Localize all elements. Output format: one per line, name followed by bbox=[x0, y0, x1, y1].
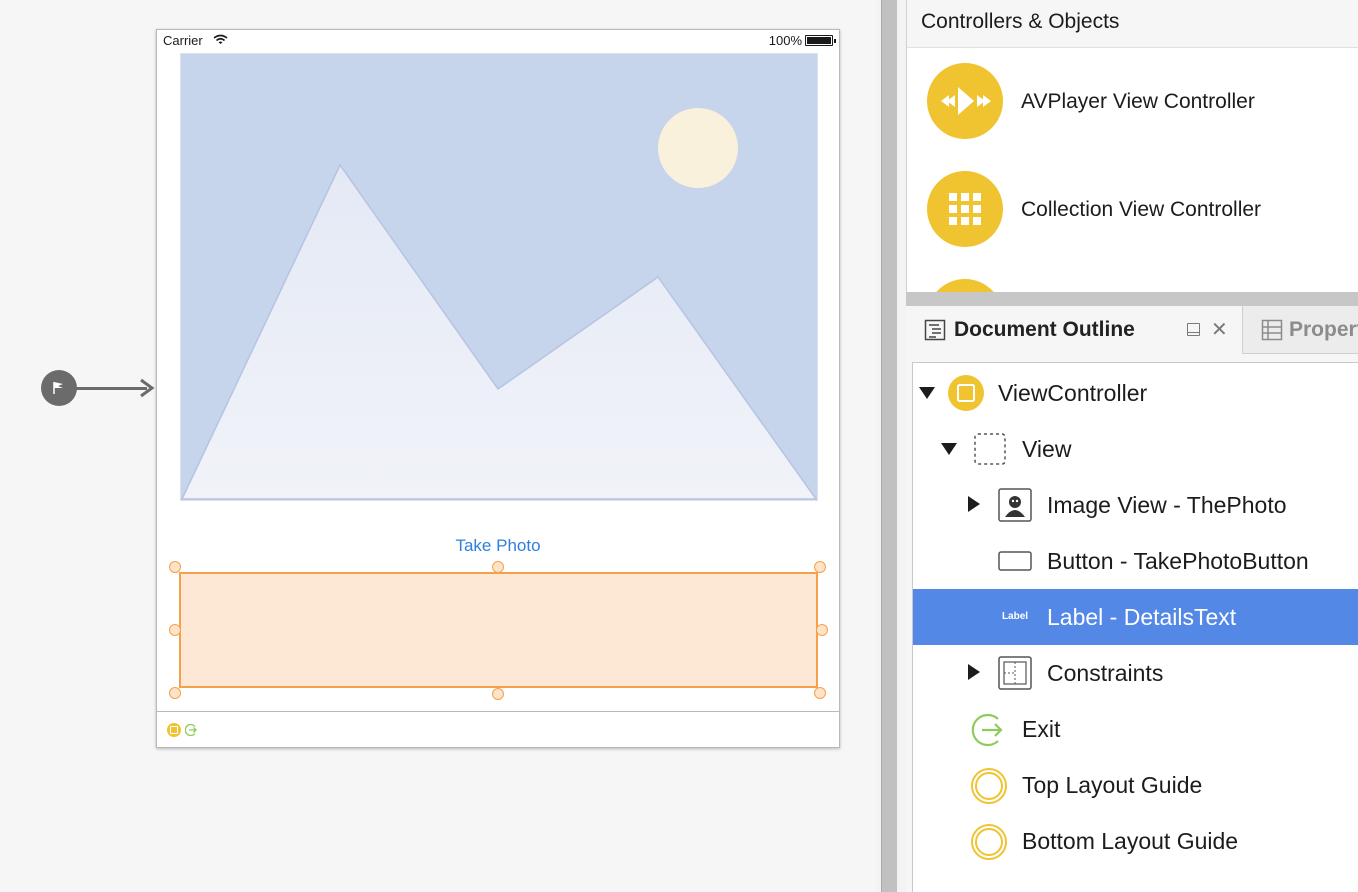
disclosure-open-icon[interactable] bbox=[919, 387, 935, 399]
resize-handle-top-left[interactable] bbox=[169, 561, 181, 573]
status-bar: Carrier 100% bbox=[157, 30, 839, 50]
view-icon bbox=[972, 431, 1008, 467]
storyboard-canvas[interactable]: Carrier 100% Take Photo bbox=[0, 0, 876, 892]
resize-handle-right[interactable] bbox=[816, 624, 828, 636]
tab-properties[interactable]: Properties bbox=[1243, 306, 1358, 354]
layout-guide-icon bbox=[970, 767, 1007, 804]
outline-row-label: Label - DetailsText bbox=[1047, 604, 1237, 630]
tab-document-outline[interactable]: Document Outline ✕ bbox=[906, 306, 1243, 354]
collection-grid-icon bbox=[927, 171, 1003, 247]
avplayer-icon bbox=[927, 63, 1003, 139]
image-view-icon bbox=[997, 487, 1033, 523]
entry-arrow-line bbox=[75, 387, 147, 390]
outline-row-label: Constraints bbox=[1047, 660, 1164, 686]
view-controller-icon[interactable] bbox=[167, 723, 181, 737]
outline-row-view-controller[interactable]: ViewController bbox=[913, 365, 1358, 421]
view-controller-scene[interactable]: Carrier 100% Take Photo bbox=[156, 29, 840, 748]
exit-icon bbox=[970, 711, 1006, 747]
library-item-avplayer[interactable]: AVPlayer View Controller bbox=[907, 50, 1358, 150]
resize-handle-bottom-right[interactable] bbox=[814, 687, 826, 699]
outline-row-view[interactable]: View bbox=[913, 421, 1358, 477]
label-icon: Label bbox=[1001, 611, 1029, 622]
layout-guide-icon bbox=[970, 823, 1007, 860]
panel-divider[interactable] bbox=[906, 292, 1358, 306]
inspector-tabs: Document Outline ✕ Properties bbox=[906, 306, 1358, 354]
outline-row-label: Button - TakePhotoButton bbox=[1047, 548, 1309, 574]
details-label-selected[interactable] bbox=[179, 572, 818, 688]
minimize-icon[interactable] bbox=[1187, 323, 1200, 336]
library-item-partial[interactable] bbox=[907, 266, 1358, 292]
outline-row-constraints[interactable]: Constraints bbox=[913, 645, 1358, 701]
library-item-icon bbox=[927, 279, 1003, 292]
library-item-label: Collection View Controller bbox=[1021, 198, 1262, 221]
arrow-head-icon bbox=[140, 378, 155, 398]
document-outline-icon bbox=[924, 319, 946, 341]
button-icon bbox=[997, 543, 1033, 579]
library-item-label: AVPlayer View Controller bbox=[1021, 90, 1255, 113]
tab-label: Properties bbox=[1289, 318, 1358, 341]
resize-handle-top[interactable] bbox=[492, 561, 504, 573]
outline-row-label: Top Layout Guide bbox=[1022, 772, 1203, 798]
close-icon[interactable]: ✕ bbox=[1211, 317, 1228, 342]
view-controller-icon bbox=[948, 375, 984, 411]
outline-row-exit[interactable]: Exit bbox=[913, 701, 1358, 757]
entry-point-icon bbox=[41, 370, 77, 406]
resize-handle-bottom-left[interactable] bbox=[169, 687, 181, 699]
wifi-icon bbox=[213, 34, 228, 44]
outline-row-image-view[interactable]: Image View - ThePhoto bbox=[913, 477, 1358, 533]
outline-row-label: Image View - ThePhoto bbox=[1047, 492, 1287, 518]
object-library: Controllers & Objects AVPlayer View Cont… bbox=[906, 0, 1358, 292]
outline-row-button[interactable]: Button - TakePhotoButton bbox=[913, 533, 1358, 589]
scene-dock bbox=[157, 711, 839, 747]
resize-handle-bottom[interactable] bbox=[492, 688, 504, 700]
library-header: Controllers & Objects bbox=[907, 0, 1358, 48]
initial-view-controller-arrow[interactable] bbox=[41, 370, 157, 406]
image-view-placeholder[interactable] bbox=[180, 53, 818, 501]
take-photo-button[interactable]: Take Photo bbox=[157, 536, 839, 556]
outline-row-label: View bbox=[1022, 436, 1072, 462]
exit-icon[interactable] bbox=[185, 723, 199, 737]
library-item-collection-view-controller[interactable]: Collection View Controller bbox=[907, 158, 1358, 258]
disclosure-open-icon[interactable] bbox=[941, 443, 957, 455]
disclosure-closed-icon[interactable] bbox=[968, 496, 980, 512]
outline-row-top-layout-guide[interactable]: Top Layout Guide bbox=[913, 757, 1358, 813]
constraints-icon bbox=[997, 655, 1033, 691]
resize-handle-top-right[interactable] bbox=[814, 561, 826, 573]
outline-row-label: Exit bbox=[1022, 716, 1061, 742]
splitter-bar[interactable] bbox=[881, 0, 897, 892]
outline-row-label: Bottom Layout Guide bbox=[1022, 828, 1239, 854]
disclosure-closed-icon[interactable] bbox=[968, 664, 980, 680]
outline-row-label-selected[interactable]: Label Label - DetailsText bbox=[913, 589, 1358, 645]
outline-row-label: ViewController bbox=[998, 380, 1148, 406]
panel-splitter[interactable] bbox=[876, 0, 906, 892]
document-outline: ViewController View Image View - ThePhot… bbox=[912, 362, 1358, 892]
resize-handle-left[interactable] bbox=[169, 624, 181, 636]
carrier-text: Carrier bbox=[163, 33, 203, 48]
battery-icon bbox=[805, 35, 836, 46]
tab-label: Document Outline bbox=[954, 318, 1135, 341]
battery-percentage: 100% bbox=[768, 33, 802, 48]
properties-icon bbox=[1261, 319, 1283, 341]
outline-row-bottom-layout-guide[interactable]: Bottom Layout Guide bbox=[913, 813, 1358, 869]
